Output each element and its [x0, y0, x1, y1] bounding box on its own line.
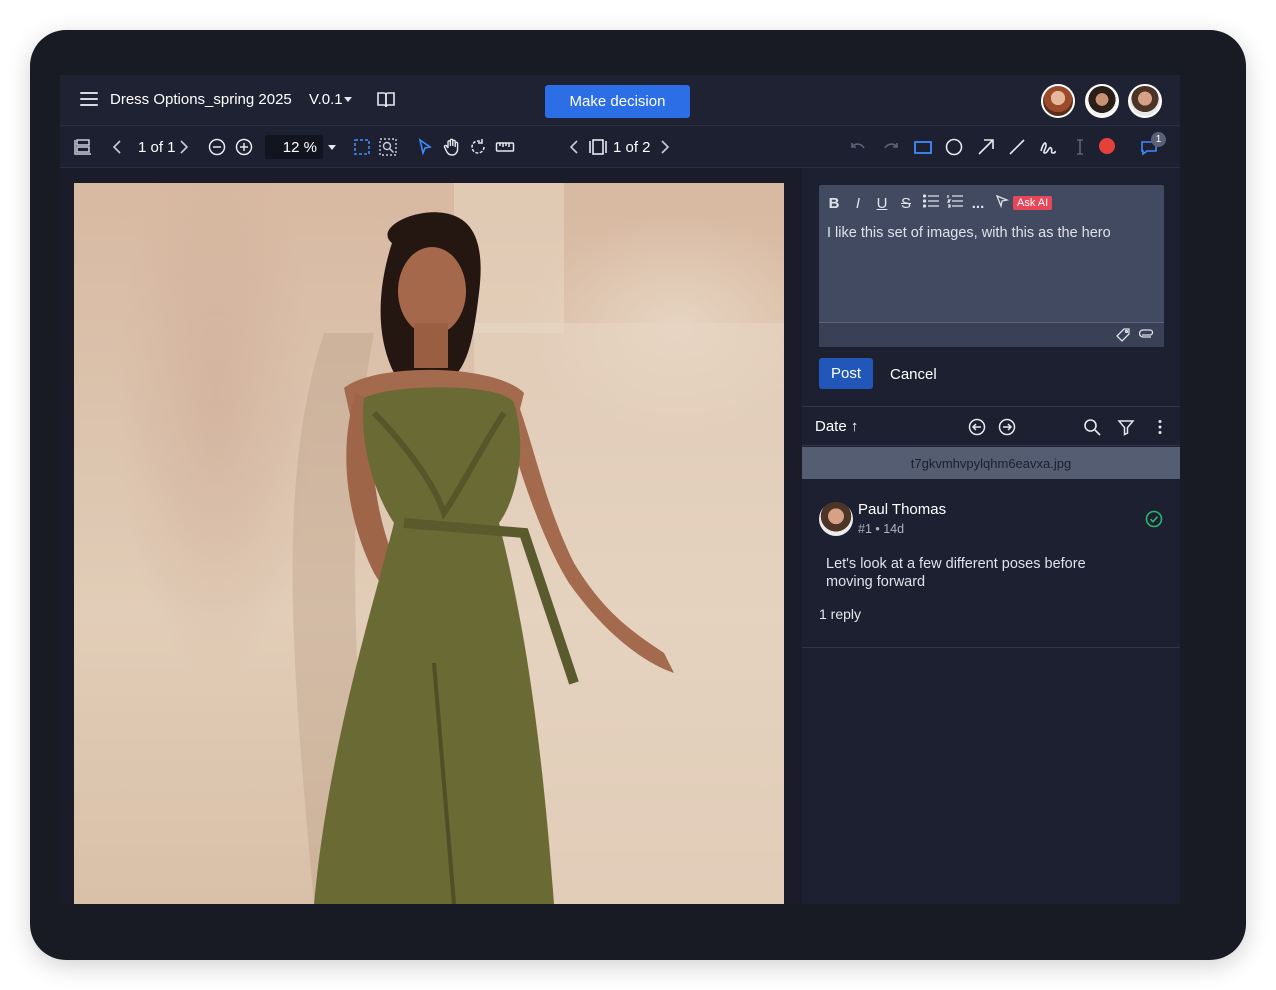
redo-icon[interactable]	[881, 137, 901, 157]
comments-panel: B I U S ... Ask AI I like this set of im…	[802, 168, 1180, 904]
text-tool-icon[interactable]	[1070, 137, 1090, 157]
underline-button[interactable]: U	[875, 195, 889, 212]
chevron-down-icon[interactable]	[328, 145, 336, 150]
zoom-out-icon[interactable]	[207, 137, 227, 157]
avatar[interactable]	[1041, 84, 1075, 118]
previous-comment-icon[interactable]	[967, 417, 987, 437]
filter-icon[interactable]	[1116, 417, 1136, 437]
editor-toolbar: B I U S ... Ask AI	[827, 194, 1053, 213]
line-tool-icon[interactable]	[1007, 137, 1027, 157]
sort-label: Date	[815, 418, 847, 435]
strikethrough-button[interactable]: S	[899, 195, 913, 212]
comment-body: Let's look at a few different poses befo…	[826, 556, 1086, 590]
freehand-tool-icon[interactable]	[1038, 137, 1058, 157]
comment-meta: #1 • 14d	[858, 522, 905, 536]
hand-icon[interactable]	[442, 137, 462, 157]
zoom-in-icon[interactable]	[234, 137, 254, 157]
next-comment-icon[interactable]	[997, 417, 1017, 437]
post-button[interactable]: Post	[819, 358, 873, 389]
chevron-right-icon[interactable]	[173, 137, 193, 157]
file-name-bar[interactable]: t7gkvmhvpylqhm6eavxa.jpg	[802, 447, 1180, 479]
more-vertical-icon[interactable]	[1150, 417, 1170, 437]
resolved-check-icon[interactable]	[1144, 509, 1164, 529]
more-icon[interactable]: ...	[971, 195, 985, 212]
attachment-icon[interactable]	[1138, 327, 1155, 343]
avatar	[819, 502, 853, 536]
document-title: Dress Options_spring 2025	[110, 91, 292, 108]
ai-cursor-icon[interactable]	[995, 194, 1010, 213]
cancel-button[interactable]: Cancel	[890, 366, 937, 383]
pointer-icon[interactable]	[415, 137, 435, 157]
menu-icon[interactable]	[80, 92, 98, 106]
photo-preview	[74, 183, 784, 904]
header: Dress Options_spring 2025 V.0.1 Make dec…	[60, 75, 1180, 126]
chevron-down-icon[interactable]	[344, 97, 352, 102]
bullet-list-icon[interactable]	[922, 194, 939, 212]
search-icon[interactable]	[1082, 417, 1102, 437]
layers-icon[interactable]	[73, 137, 93, 157]
comment-thread[interactable]: Paul Thomas #1 • 14d Let's look at a few…	[802, 482, 1180, 648]
sort-by-date[interactable]: Date ↑	[815, 418, 858, 435]
color-picker-icon[interactable]	[1099, 138, 1115, 154]
ruler-icon[interactable]	[495, 137, 515, 157]
avatar[interactable]	[1085, 84, 1119, 118]
avatar[interactable]	[1128, 84, 1162, 118]
bold-button[interactable]: B	[827, 195, 841, 212]
reply-count-link[interactable]: 1 reply	[819, 606, 861, 622]
rotate-icon[interactable]	[468, 137, 488, 157]
chevron-left-icon[interactable]	[108, 137, 128, 157]
page-counter: 1 of 1	[138, 139, 176, 156]
toolbar: 1 of 1 12 % 1 of 2 1	[60, 126, 1180, 168]
sort-arrow-icon: ↑	[850, 418, 859, 435]
sort-bar: Date ↑	[802, 406, 1180, 446]
ask-ai-button[interactable]: Ask AI	[1013, 196, 1053, 210]
app-window: Dress Options_spring 2025 V.0.1 Make dec…	[60, 75, 1180, 904]
version-selector[interactable]: V.0.1	[309, 91, 343, 108]
zoom-input[interactable]: 12 %	[265, 135, 323, 159]
arrow-tool-icon[interactable]	[976, 137, 996, 157]
tag-icon[interactable]	[1115, 327, 1131, 343]
numbered-list-icon[interactable]	[946, 194, 963, 212]
comment-editor[interactable]: B I U S ... Ask AI I like this set of im…	[819, 185, 1164, 347]
fit-screen-icon[interactable]	[352, 137, 372, 157]
comment-author: Paul Thomas	[858, 501, 947, 518]
chevron-left-icon[interactable]	[565, 137, 585, 157]
book-icon[interactable]	[376, 90, 396, 110]
undo-icon[interactable]	[848, 137, 868, 157]
comment-input[interactable]: I like this set of images, with this as …	[827, 225, 1111, 241]
make-decision-button[interactable]: Make decision	[545, 85, 690, 118]
notification-badge: 1	[1151, 132, 1166, 147]
italic-button[interactable]: I	[851, 195, 865, 212]
chevron-right-icon[interactable]	[654, 137, 674, 157]
editor-footer	[819, 322, 1164, 347]
rectangle-tool-icon[interactable]	[913, 137, 933, 157]
select-zoom-icon[interactable]	[378, 137, 398, 157]
frame-counter: 1 of 2	[613, 139, 651, 156]
image-canvas[interactable]	[60, 168, 802, 904]
circle-tool-icon[interactable]	[944, 137, 964, 157]
filmstrip-icon[interactable]	[588, 137, 608, 157]
